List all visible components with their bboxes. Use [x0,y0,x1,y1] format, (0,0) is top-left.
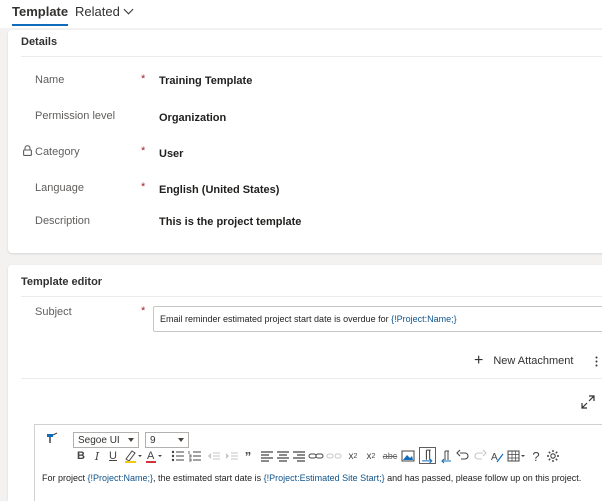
italic-icon[interactable]: I [91,448,103,464]
details-card: Details Name * Training Template Permiss… [8,30,602,253]
tab-template[interactable]: Template [12,4,69,26]
required-marker: * [141,145,146,157]
svg-text:A: A [147,450,155,462]
font-name-value: Segoe UI [78,434,120,446]
bulleted-list-icon[interactable] [171,448,185,464]
plus-icon: + [474,352,484,369]
more-options-icon[interactable] [595,356,598,367]
field-description-value[interactable]: This is the project template [159,216,301,228]
subject-input[interactable]: Email reminder estimated project start d… [153,306,602,332]
editor-divider [21,296,602,297]
rtl-direction-icon[interactable] [439,448,453,464]
field-name-label: Name [35,74,65,86]
blockquote-icon[interactable]: ” [242,448,254,464]
image-icon[interactable] [401,448,415,464]
tab-bar: Template Related [0,0,602,28]
field-category-value[interactable]: User [159,148,183,160]
redo-icon[interactable] [473,448,487,464]
numbered-list-icon[interactable] [188,448,202,464]
format-painter-icon[interactable] [45,430,59,446]
tab-related-label: Related [75,4,120,19]
template-editor-card: Template editor Subject * Email reminder… [8,265,602,501]
required-marker: * [141,73,146,85]
body-text-2: , the estimated start date is [153,473,264,483]
details-title: Details [21,36,58,48]
underline-icon[interactable]: U [107,448,119,464]
clear-formatting-icon[interactable]: A [490,448,504,464]
font-size-value: 9 [150,434,156,446]
undo-icon[interactable] [456,448,470,464]
bold-icon[interactable]: B [75,448,87,464]
ltr-direction-icon[interactable] [419,447,436,464]
subject-token: {!Project:Name;} [391,314,457,324]
field-permission-value[interactable]: Organization [159,112,226,124]
font-size-select[interactable]: 9 [145,432,189,448]
details-divider [21,56,602,57]
field-category-label: Category [35,146,80,158]
editor-body[interactable]: For project {!Project:Name;}, the estima… [42,473,581,483]
expand-icon[interactable] [581,395,595,409]
tab-related[interactable]: Related [75,4,134,19]
field-name-value[interactable]: Training Template [159,75,252,87]
align-center-icon[interactable] [276,448,290,464]
field-language-label: Language [35,182,84,194]
caret-down-icon [178,438,184,442]
subject-label: Subject [35,306,72,318]
template-editor-title: Template editor [21,276,103,288]
highlight-color-icon[interactable] [123,448,143,464]
gear-icon[interactable] [546,448,560,464]
editor-toolbar: Segoe UI 9 B I U A ” x 2 x 2 abc A ? [35,425,602,465]
new-attachment-button[interactable]: + New Attachment [474,353,573,369]
decrease-indent-icon[interactable] [207,448,221,464]
body-text-1: For project [42,473,88,483]
field-permission-label: Permission level [35,110,116,122]
required-marker: * [141,181,146,193]
link-icon[interactable] [308,448,324,464]
rich-text-editor: Segoe UI 9 B I U A ” x 2 x 2 abc A ? For… [34,424,602,501]
body-token-estimated-start: {!Project:Estimated Site Start;} [263,473,385,483]
help-icon[interactable]: ? [530,448,542,464]
subscript-icon[interactable]: x2 [364,448,378,464]
required-marker: * [141,305,146,317]
font-color-icon[interactable]: A [145,448,163,464]
attachment-divider [21,378,602,379]
chevron-down-icon [123,4,134,15]
unlink-icon[interactable] [326,448,342,464]
align-left-icon[interactable] [260,448,274,464]
field-language-value[interactable]: English (United States) [159,184,279,196]
increase-indent-icon[interactable] [225,448,239,464]
field-description-label: Description [35,215,91,227]
new-attachment-label: New Attachment [493,355,574,367]
table-icon[interactable] [507,448,527,464]
body-token-project-name: {!Project:Name;} [87,473,154,483]
strikethrough-icon[interactable]: abc [382,448,398,464]
subject-text: Email reminder estimated project start d… [160,314,392,324]
caret-down-icon [128,438,134,442]
body-text-3: and has passed, please follow up on this… [384,473,582,483]
superscript-icon[interactable]: x2 [346,448,360,464]
lock-icon [23,145,32,156]
align-right-icon[interactable] [292,448,306,464]
font-name-select[interactable]: Segoe UI [73,432,139,448]
